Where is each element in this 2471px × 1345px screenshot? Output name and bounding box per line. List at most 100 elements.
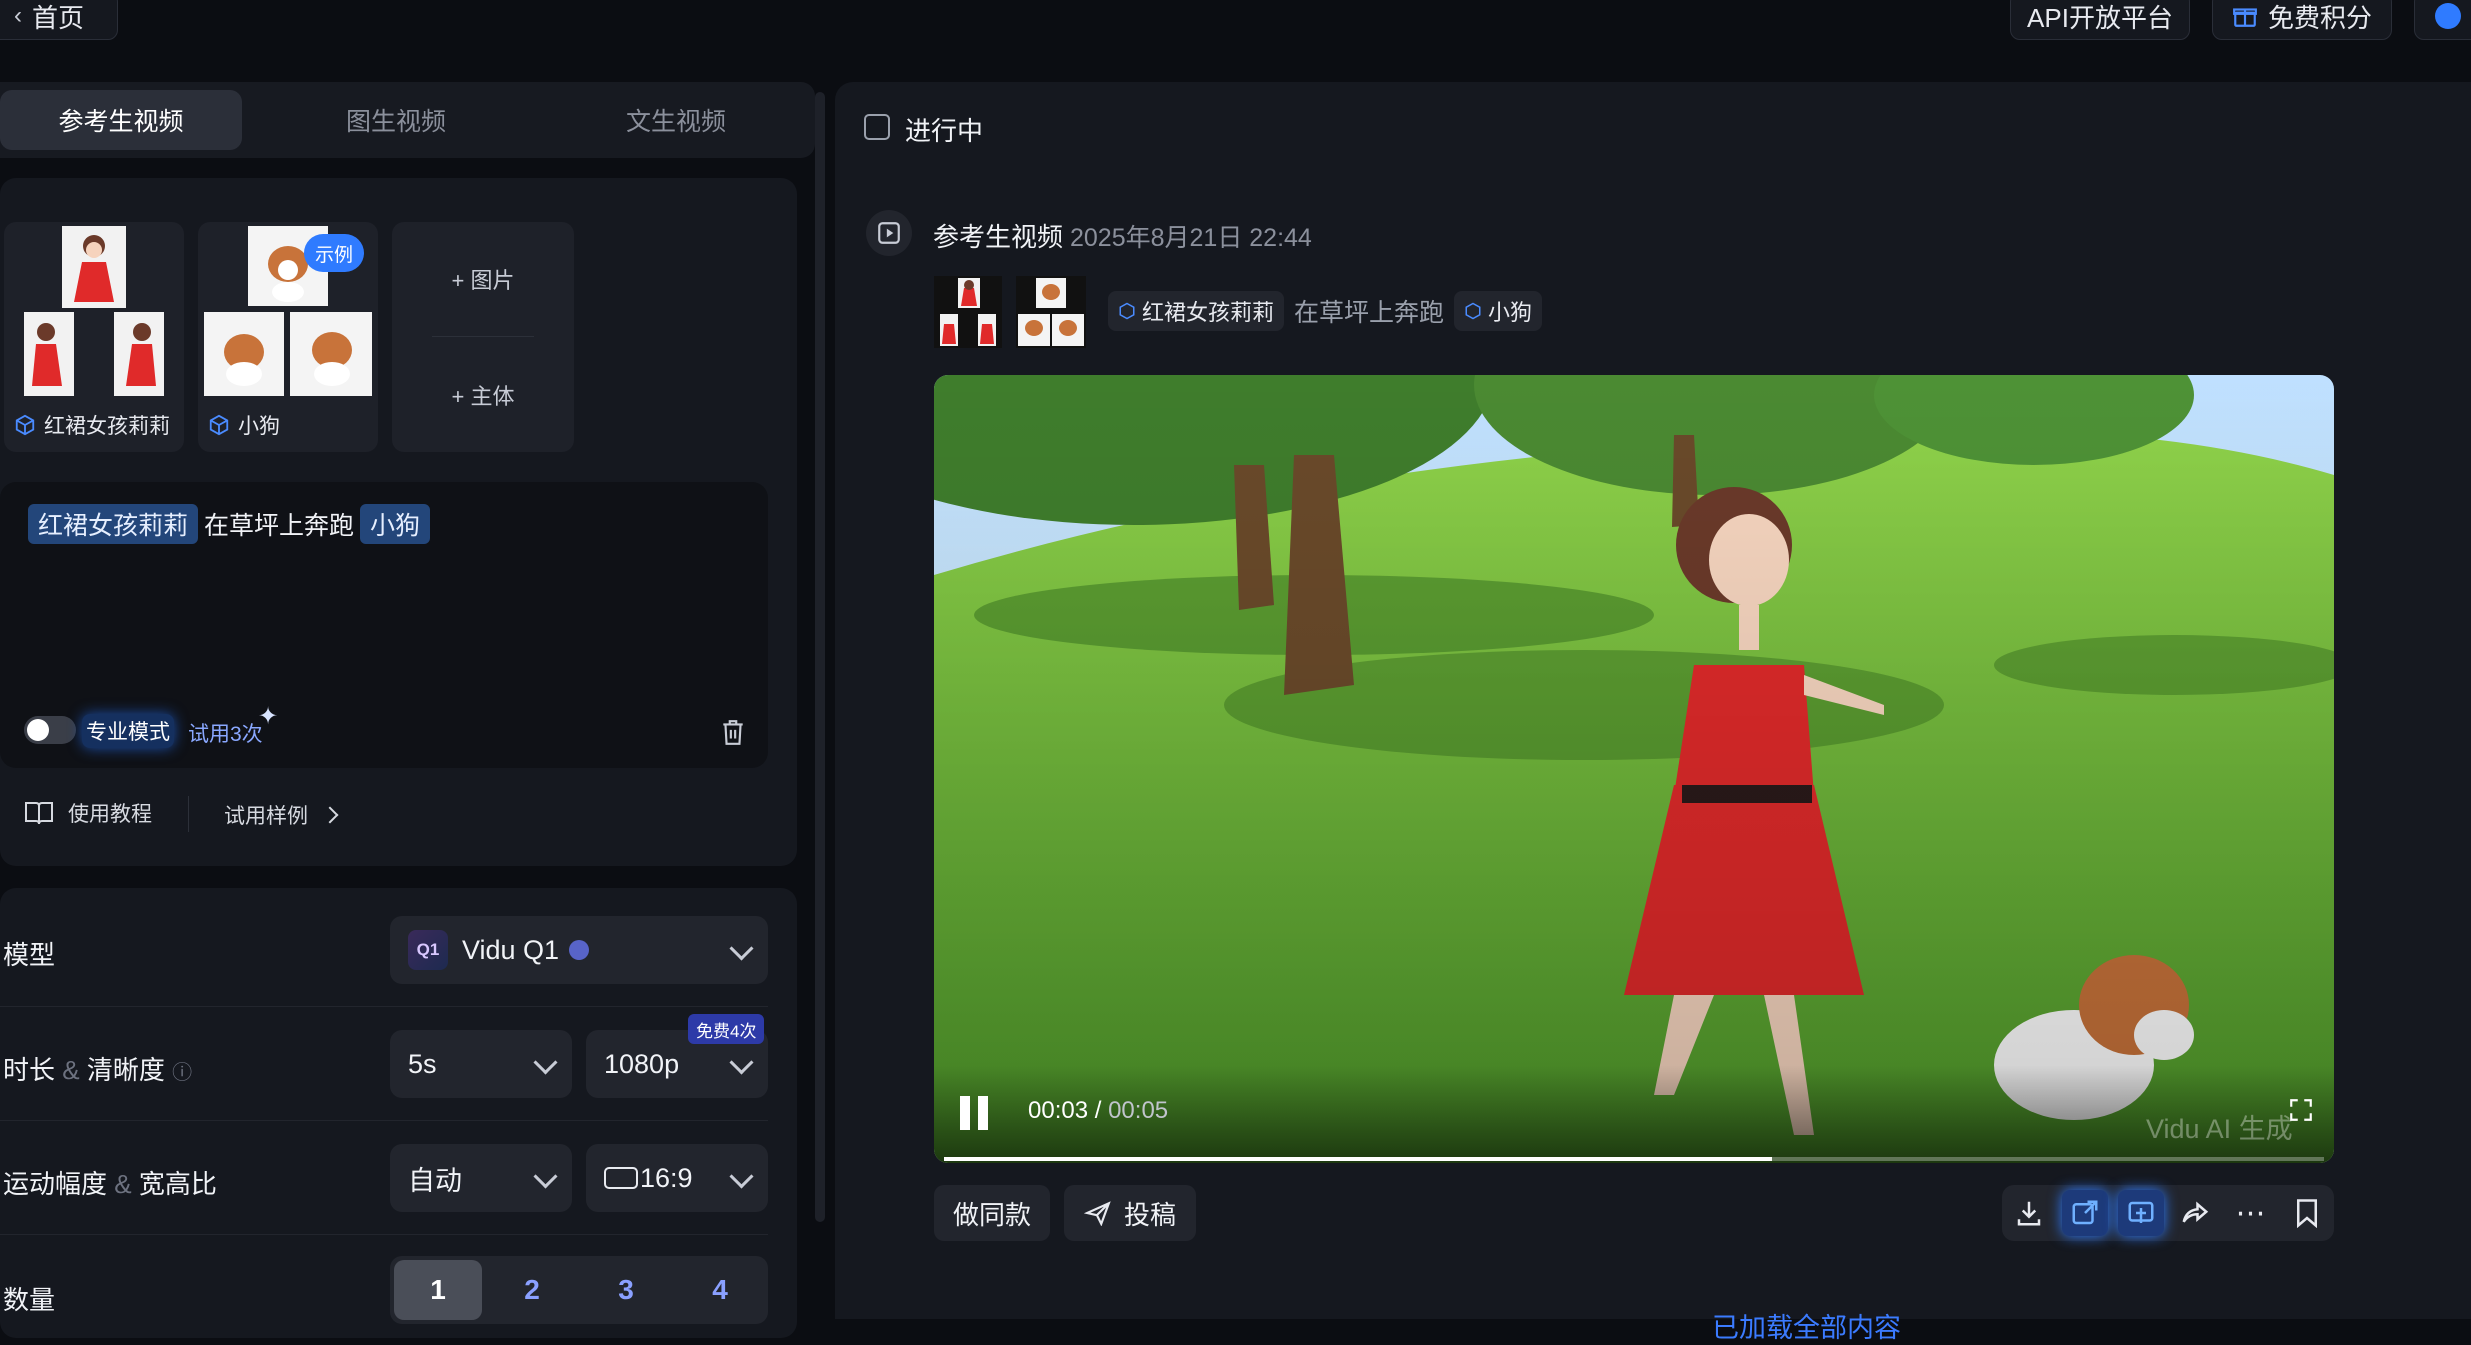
quantity-option-4[interactable]: 4 (676, 1260, 764, 1320)
progress-fill (944, 1157, 1772, 1161)
clarity-label: 清晰度 (86, 1055, 165, 1085)
chevron-down-icon (729, 1050, 754, 1075)
duration-select[interactable]: 5s (390, 1030, 572, 1098)
girl-thumb-main (62, 226, 126, 308)
example-badge: 示例 (304, 234, 364, 272)
subject-cube-icon (15, 414, 35, 436)
add-reference-tile: + 图片 + 主体 (392, 222, 574, 452)
submit-button[interactable]: 投稿 (1064, 1185, 1196, 1241)
task-type-label: 参考生视频 (933, 222, 1064, 252)
subject-girl-label: 红裙女孩莉莉 (14, 410, 170, 440)
upscale-video-button[interactable] (2118, 1190, 2164, 1236)
load-all-text: 已加载全部内容 (1712, 1313, 1901, 1343)
trial-count-label: 试用3次 (188, 723, 263, 746)
more-button[interactable]: ⋯ (2228, 1190, 2274, 1236)
subject-dog-label: 小狗 (208, 410, 280, 440)
prompt-middle-text: 在草坪上奔跑 (204, 512, 355, 540)
sparkle-icon: ✦ (258, 703, 279, 730)
model-value: Vidu Q1 (462, 934, 560, 965)
share-icon (2182, 1201, 2209, 1223)
help-divider (188, 796, 189, 832)
task-tag-dog-text: 小狗 (1488, 300, 1533, 325)
free-points-label: 免费积分 (2267, 2, 2372, 33)
share-button[interactable] (2172, 1190, 2218, 1236)
task-tag-girl[interactable]: 红裙女孩莉莉 (1108, 291, 1285, 331)
video-type-icon (866, 210, 912, 256)
submit-label: 投稿 (1123, 1199, 1176, 1230)
add-subject-button[interactable]: + 主体 (392, 338, 574, 452)
pro-mode-toggle[interactable] (24, 716, 76, 744)
model-select[interactable]: Q1 Vidu Q1 (390, 916, 768, 984)
quantity-option-2[interactable]: 2 (488, 1260, 576, 1320)
prompt-box[interactable]: 红裙女孩莉莉 在草坪上奔跑 小狗 专业模式 试用3次 ✦ (0, 482, 768, 768)
extend-video-button[interactable] (2062, 1190, 2108, 1236)
row-divider (0, 1120, 768, 1121)
prompt-tag-girl[interactable]: 红裙女孩莉莉 (28, 504, 199, 544)
prompt-tag-dog[interactable]: 小狗 (360, 504, 431, 544)
video-watermark: Vidu AI 生成 (2146, 1114, 2293, 1144)
aspect-ratio-icon (604, 1167, 638, 1189)
fullscreen-icon[interactable] (2288, 1097, 2314, 1123)
dog-thumb-right (290, 312, 372, 396)
model-logo-icon: Q1 (408, 930, 448, 970)
tab-reference-video[interactable]: 参考生视频 (0, 90, 242, 150)
current-time: 00:03 (1028, 1097, 1089, 1124)
in-progress-checkbox[interactable] (864, 114, 890, 140)
motion-select[interactable]: 自动 (390, 1144, 572, 1212)
task-middle-text: 在草坪上奔跑 (1294, 299, 1445, 327)
video-player[interactable]: 00:03 / 00:05 Vidu AI 生成 (934, 375, 2334, 1163)
bookmark-button[interactable] (2284, 1190, 2330, 1236)
in-progress-label: 进行中 (905, 116, 984, 146)
user-menu-button[interactable] (2414, 0, 2471, 40)
quantity-option-3[interactable]: 3 (582, 1260, 670, 1320)
subject-cube-icon (1465, 302, 1481, 320)
download-button[interactable] (2006, 1190, 2052, 1236)
reference-subject-dog[interactable]: 示例 小狗 (198, 222, 378, 452)
back-home-button[interactable]: ‹ 首页 (0, 0, 118, 40)
clarity-value: 1080p (604, 1048, 680, 1079)
prompt-text[interactable]: 红裙女孩莉莉 在草坪上奔跑 小狗 (28, 504, 431, 544)
free-badge: 免费4次 (688, 1014, 765, 1044)
tab-text-video[interactable]: 文生视频 (556, 90, 796, 150)
send-icon (1083, 1201, 1111, 1226)
tutorial-link[interactable]: 使用教程 (24, 798, 152, 828)
girl-thumb-left (24, 312, 74, 396)
bookmark-icon (2297, 1199, 2317, 1228)
tutorial-label: 使用教程 (68, 803, 152, 826)
left-scrollbar[interactable] (815, 92, 825, 1222)
free-points-button[interactable]: 免费积分 (2212, 0, 2392, 40)
subject-cube-icon (209, 414, 229, 436)
back-home-label: 首页 (31, 2, 84, 33)
chevron-left-icon: ‹ (13, 2, 22, 29)
duration-clarity-label: 时长 & 清晰度 ⓘ (3, 1050, 192, 1087)
user-avatar-icon (2435, 3, 2461, 29)
api-platform-button[interactable]: API开放平台 (2010, 0, 2190, 40)
ratio-label: 宽高比 (138, 1169, 217, 1199)
duration-value: 5s (408, 1048, 437, 1079)
tab-image-video[interactable]: 图生视频 (272, 90, 520, 150)
progress-track[interactable] (944, 1157, 2324, 1161)
task-tag-dog[interactable]: 小狗 (1454, 291, 1543, 331)
generation-tabs: 参考生视频 图生视频 文生视频 (0, 82, 815, 158)
add-image-button[interactable]: + 图片 (392, 222, 574, 336)
task-thumb-girl[interactable] (934, 276, 1002, 348)
trash-icon[interactable] (720, 718, 746, 746)
row-divider (0, 1006, 768, 1007)
quantity-option-1[interactable]: 1 (394, 1260, 482, 1320)
girl-thumb-right (114, 312, 164, 396)
dog-thumb-left (204, 312, 284, 396)
more-icon: ⋯ (2235, 1196, 2267, 1230)
motion-ratio-label: 运动幅度 & 宽高比 (3, 1164, 217, 1201)
chevron-down-icon (729, 936, 754, 961)
info-icon[interactable]: ⓘ (172, 1062, 192, 1084)
row-divider (0, 1234, 768, 1235)
ratio-select[interactable]: 16:9 (586, 1144, 768, 1212)
task-thumb-dog[interactable] (1016, 276, 1086, 348)
samples-link[interactable]: 试用样例 (224, 800, 339, 830)
reference-subject-girl[interactable]: 红裙女孩莉莉 (4, 222, 184, 452)
pro-mode-toggle-knob (27, 719, 49, 741)
pause-icon[interactable] (960, 1096, 990, 1130)
make-same-button[interactable]: 做同款 (934, 1185, 1050, 1241)
time-separator: / (1088, 1097, 1109, 1124)
download-icon (2017, 1201, 2041, 1226)
